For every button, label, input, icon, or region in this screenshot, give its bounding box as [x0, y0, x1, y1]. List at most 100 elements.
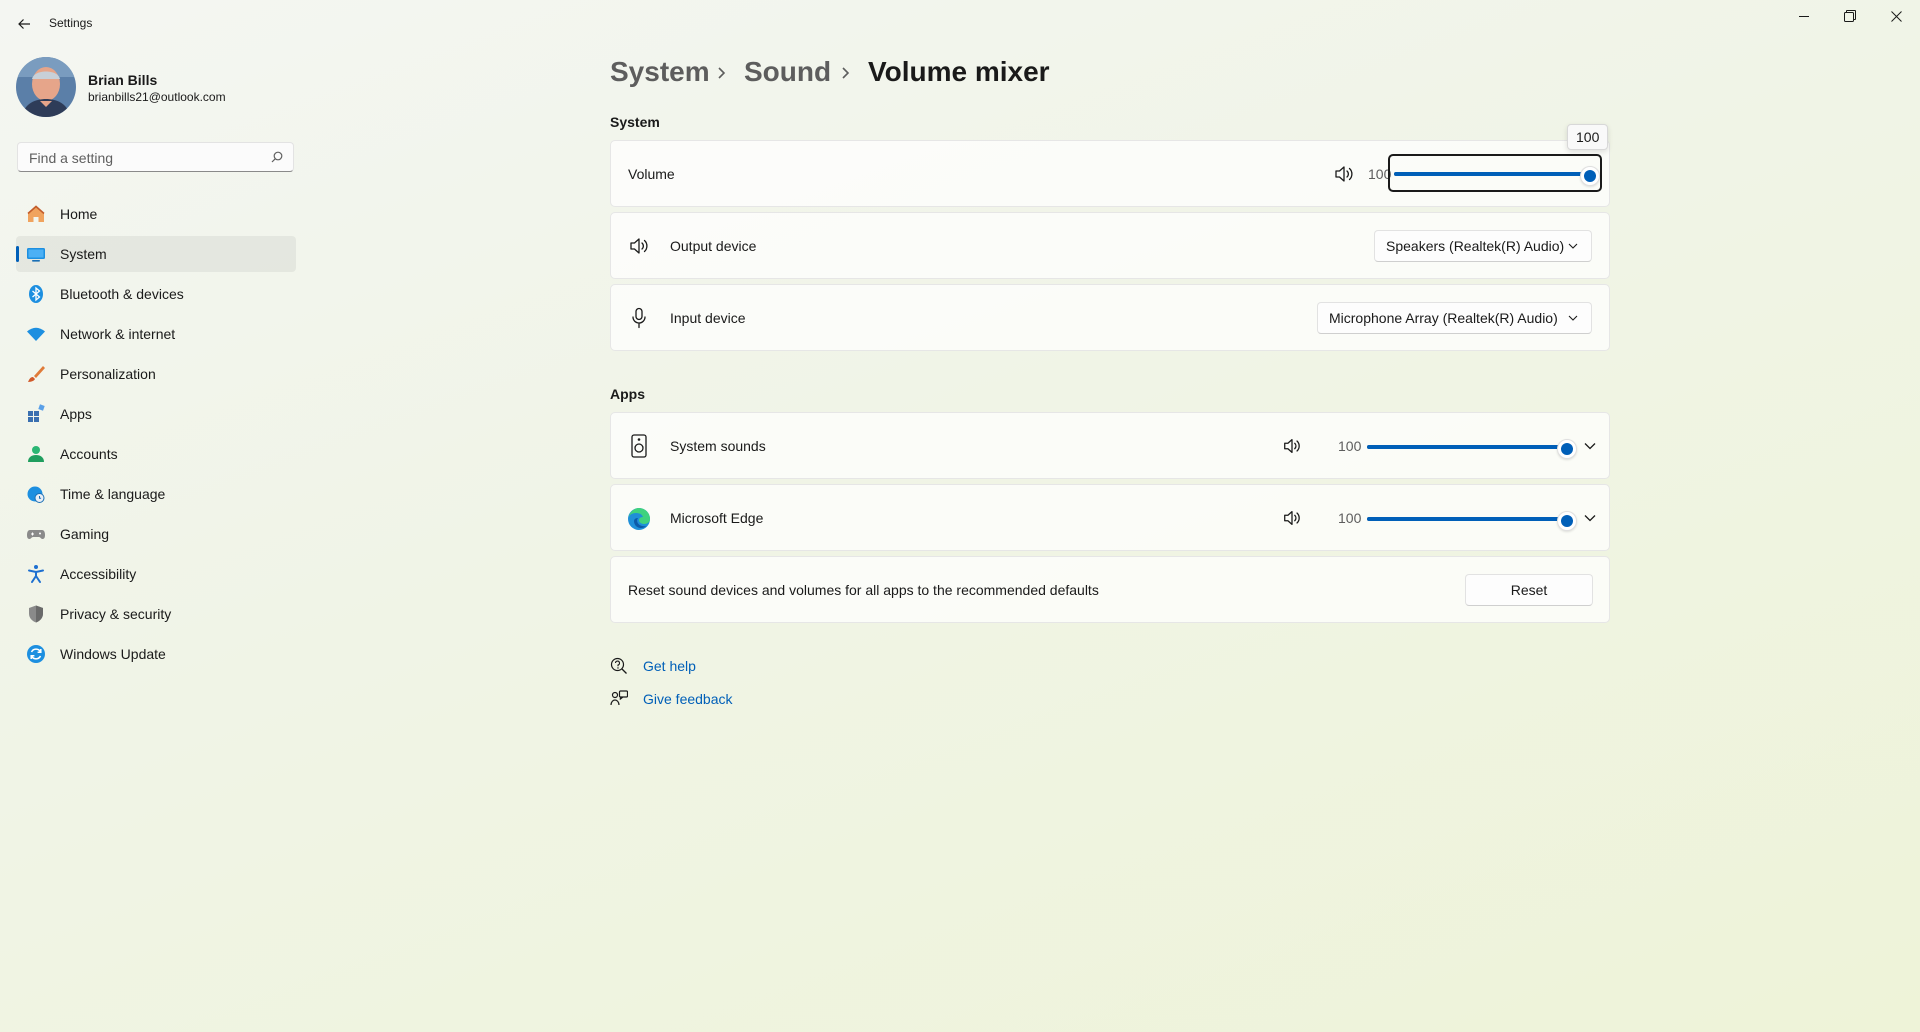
nav-label: Time & language [60, 486, 166, 502]
user-name: Brian Bills [88, 72, 158, 88]
nav-label: Accessibility [60, 566, 137, 582]
volume-card: Volume 100 100 [610, 124, 1610, 207]
avatar[interactable] [16, 57, 76, 117]
nav-item-network[interactable]: Network & internet [16, 316, 296, 352]
edge-icon [628, 508, 650, 530]
restore-button[interactable] [1827, 0, 1873, 32]
microphone-icon [632, 307, 646, 329]
slider-fill [1367, 517, 1567, 521]
app-volume-value: 100 [1338, 438, 1362, 454]
nav-item-system[interactable]: System [16, 236, 296, 272]
nav-label: Privacy & security [60, 606, 172, 622]
shield-icon [26, 604, 46, 624]
get-help-link[interactable]: Get help [643, 658, 696, 674]
globe-clock-icon [26, 484, 46, 504]
app-title: Settings [49, 16, 93, 30]
minimize-button[interactable] [1781, 0, 1827, 32]
speaker-icon[interactable] [1333, 163, 1355, 185]
system-sounds-icon [631, 434, 647, 458]
system-icon [26, 244, 46, 264]
search-icon[interactable] [271, 151, 283, 163]
search-input[interactable] [27, 149, 261, 167]
nav-label: Accounts [60, 446, 118, 462]
apps-icon [26, 404, 46, 424]
reset-description: Reset sound devices and volumes for all … [628, 582, 1099, 598]
search-box[interactable] [17, 142, 294, 172]
slider-thumb[interactable] [1557, 439, 1577, 459]
user-email: brianbills21@outlook.com [88, 90, 226, 104]
slider-thumb-dot [1561, 443, 1573, 455]
slider-fill [1394, 172, 1590, 176]
slider-fill [1367, 445, 1567, 449]
chevron-right-icon [716, 60, 728, 92]
nav-item-windows-update[interactable]: Windows Update [16, 636, 296, 672]
slider-thumb-dot [1584, 170, 1596, 182]
accounts-icon [26, 444, 46, 464]
nav-label: Apps [60, 406, 92, 422]
nav-item-time-language[interactable]: Time & language [16, 476, 296, 512]
output-device-value: Speakers (Realtek(R) Audio) [1386, 238, 1565, 254]
nav-item-accessibility[interactable]: Accessibility [16, 556, 296, 592]
give-feedback-icon [610, 690, 628, 706]
nav-label: Home [60, 206, 98, 222]
chevron-down-icon [1568, 315, 1578, 321]
volume-tooltip: 100 [1567, 124, 1609, 150]
nav-item-bluetooth[interactable]: Bluetooth & devices [16, 276, 296, 312]
app-volume-slider[interactable] [1367, 439, 1577, 459]
reset-card: Reset sound devices and volumes for all … [610, 556, 1610, 623]
breadcrumb-system[interactable]: System [610, 56, 710, 88]
nav-label: Gaming [60, 526, 110, 542]
nav-label: Personalization [60, 366, 156, 382]
nav-label: System [60, 246, 107, 262]
section-heading-system: System [610, 114, 660, 130]
slider-thumb[interactable] [1557, 511, 1577, 531]
app-volume-slider[interactable] [1367, 511, 1577, 531]
chevron-down-icon[interactable] [1583, 511, 1597, 525]
input-device-label: Input device [670, 310, 746, 326]
back-button[interactable] [10, 10, 38, 38]
wifi-icon [26, 324, 46, 344]
output-device-dropdown[interactable]: Speakers (Realtek(R) Audio) [1374, 230, 1592, 262]
section-heading-apps: Apps [610, 386, 645, 402]
slider-thumb[interactable] [1580, 166, 1600, 186]
brush-icon [26, 364, 46, 384]
back-arrow-icon [18, 19, 30, 29]
chevron-down-icon [1568, 243, 1578, 249]
page-title: Volume mixer [868, 56, 1050, 87]
home-icon [26, 204, 46, 224]
nav-label: Network & internet [60, 326, 176, 342]
app-label: System sounds [670, 438, 766, 454]
nav-item-privacy[interactable]: Privacy & security [16, 596, 296, 632]
app-card-system-sounds: System sounds 100 [610, 412, 1610, 479]
volume-slider[interactable] [1394, 166, 1600, 186]
input-device-value: Microphone Array (Realtek(R) Audio) [1329, 310, 1558, 326]
bluetooth-icon [26, 284, 46, 304]
volume-label: Volume [628, 166, 675, 182]
output-device-label: Output device [670, 238, 757, 254]
speaker-icon [630, 238, 648, 254]
update-icon [26, 644, 46, 664]
app-volume-value: 100 [1338, 510, 1362, 526]
reset-button[interactable]: Reset [1465, 574, 1593, 606]
user-photo [16, 57, 76, 117]
input-device-dropdown[interactable]: Microphone Array (Realtek(R) Audio) [1317, 302, 1592, 334]
slider-thumb-dot [1561, 515, 1573, 527]
nav-item-apps[interactable]: Apps [16, 396, 296, 432]
get-help-icon [610, 657, 627, 674]
nav-item-gaming[interactable]: Gaming [16, 516, 296, 552]
output-device-card: Output device Speakers (Realtek(R) Audio… [610, 212, 1610, 279]
chevron-down-icon[interactable] [1583, 439, 1597, 453]
nav-label: Bluetooth & devices [60, 286, 184, 302]
nav-item-home[interactable]: Home [16, 196, 296, 232]
give-feedback-link[interactable]: Give feedback [643, 691, 733, 707]
minimize-icon [1799, 16, 1809, 17]
title-bar: Settings [0, 0, 1920, 48]
speaker-icon[interactable] [1282, 508, 1302, 528]
close-button[interactable] [1873, 0, 1919, 32]
breadcrumb-sound[interactable]: Sound [744, 56, 831, 88]
nav-item-accounts[interactable]: Accounts [16, 436, 296, 472]
nav-item-personalization[interactable]: Personalization [16, 356, 296, 392]
speaker-icon[interactable] [1282, 436, 1302, 456]
restore-icon [1844, 10, 1856, 22]
nav-label: Windows Update [60, 646, 166, 662]
